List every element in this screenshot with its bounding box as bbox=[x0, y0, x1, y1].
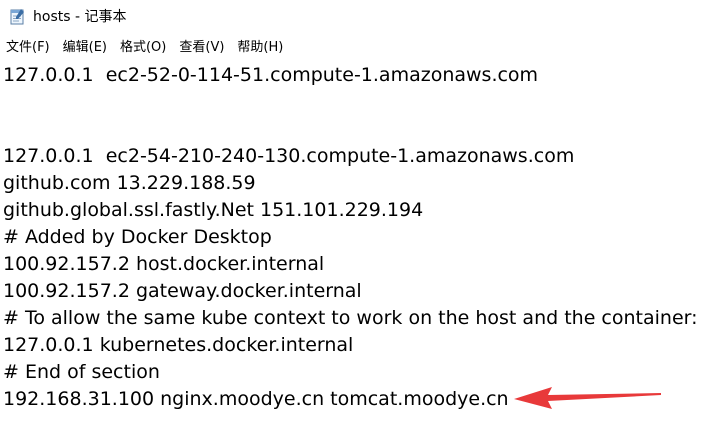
title-bar[interactable]: hosts - 记事本 bbox=[0, 0, 707, 34]
text-line[interactable]: 100.92.157.2 host.docker.internal bbox=[3, 251, 698, 278]
red-arrow-icon bbox=[514, 387, 661, 409]
menu-help[interactable]: 帮助(H) bbox=[230, 38, 289, 58]
text-lines: 127.0.0.1 ec2-52-0-114-51.compute-1.amaz… bbox=[3, 62, 698, 413]
text-editor-area[interactable]: 127.0.0.1 ec2-52-0-114-51.compute-1.amaz… bbox=[0, 61, 707, 441]
text-line[interactable] bbox=[3, 116, 698, 143]
text-line[interactable]: 127.0.0.1 kubernetes.docker.internal bbox=[3, 332, 698, 359]
text-line[interactable]: # End of section bbox=[3, 359, 698, 386]
menu-format[interactable]: 格式(O) bbox=[113, 38, 172, 58]
text-line[interactable]: 100.92.157.2 gateway.docker.internal bbox=[3, 278, 698, 305]
notepad-window: hosts - 记事本 文件(F) 编辑(E) 格式(O) 查看(V) 帮助(H… bbox=[0, 0, 707, 441]
window-title: hosts - 记事本 bbox=[33, 9, 127, 25]
menu-file[interactable]: 文件(F) bbox=[0, 38, 56, 58]
text-line[interactable]: github.global.ssl.fastly.Net 151.101.229… bbox=[3, 197, 698, 224]
text-line[interactable]: # To allow the same kube context to work… bbox=[3, 305, 698, 332]
text-line[interactable] bbox=[3, 89, 698, 116]
menu-view[interactable]: 查看(V) bbox=[172, 38, 230, 58]
menu-bar: 文件(F) 编辑(E) 格式(O) 查看(V) 帮助(H) bbox=[0, 36, 707, 60]
menu-edit[interactable]: 编辑(E) bbox=[56, 38, 113, 58]
text-line[interactable]: 127.0.0.1 ec2-52-0-114-51.compute-1.amaz… bbox=[3, 62, 698, 89]
text-line[interactable]: # Added by Docker Desktop bbox=[3, 224, 698, 251]
notepad-icon bbox=[9, 8, 25, 25]
text-line[interactable]: github.com 13.229.188.59 bbox=[3, 170, 698, 197]
text-line[interactable]: 127.0.0.1 ec2-54-210-240-130.compute-1.a… bbox=[3, 143, 698, 170]
